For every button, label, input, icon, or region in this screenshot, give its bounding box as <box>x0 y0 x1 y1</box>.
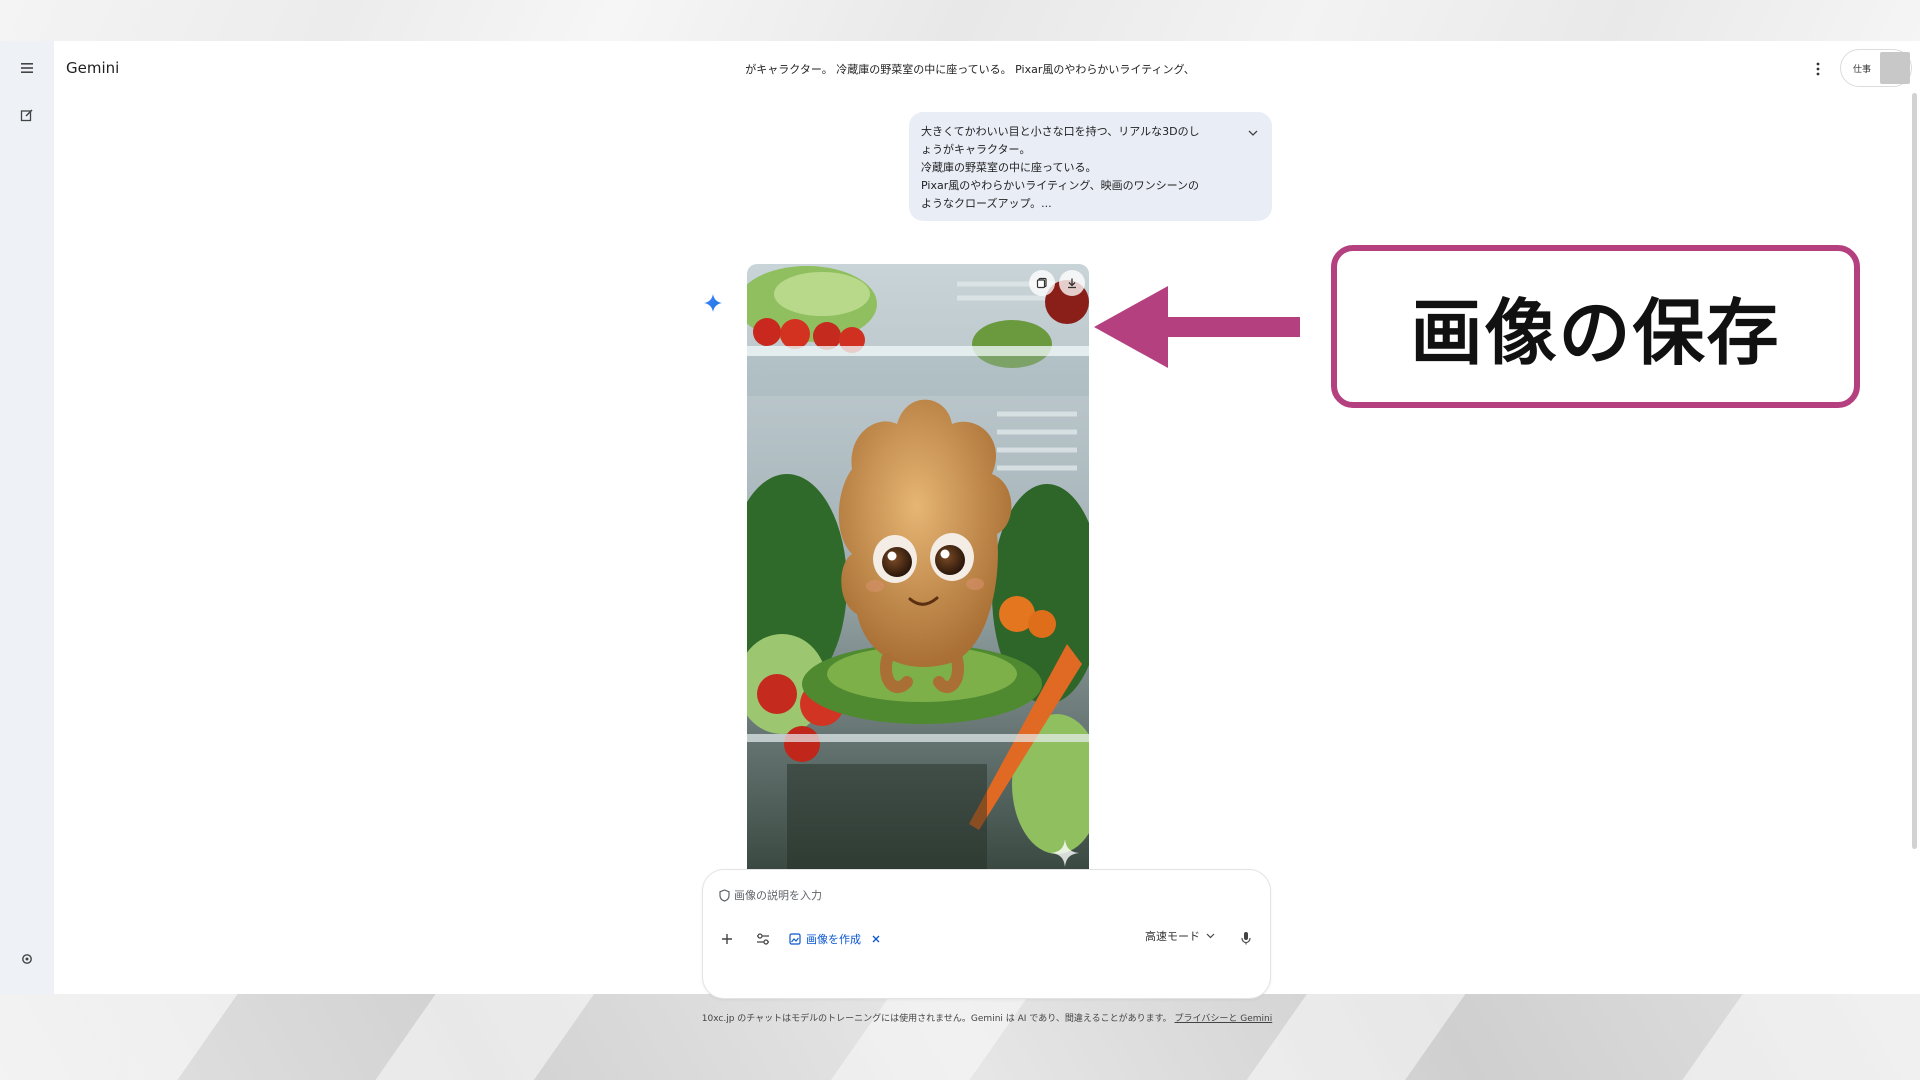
settings-icon[interactable] <box>15 947 39 971</box>
prompt-line: ようなクローズアップ。... <box>921 197 1052 210</box>
account-switcher[interactable]: 仕事 <box>1840 49 1912 87</box>
prompt-line: ょうがキャラクター。 <box>921 143 1031 156</box>
avatar <box>1880 52 1910 84</box>
prompt-placeholder: 画像の説明を入力 <box>734 889 822 902</box>
image-icon <box>789 933 801 945</box>
create-image-chip[interactable]: 画像を作成 <box>789 927 880 951</box>
chevron-down-icon <box>1206 933 1215 939</box>
footer-disclaimer: 10xc.jp のチャットはモデルのトレーニングには使用されません。Gemini… <box>540 1011 1434 1024</box>
callout-text: 画像の保存 <box>1410 291 1781 375</box>
prompt-composer: 画像の説明を入力 画像を作成 高速モード <box>702 869 1271 999</box>
chat-title: がキャラクター。 冷蔵庫の野菜室の中に座っている。 Pixar風のやわらかいライ… <box>745 63 1195 76</box>
privacy-link[interactable]: プライバシーと Gemini <box>1175 1014 1273 1024</box>
copy-image-icon[interactable] <box>1029 270 1055 296</box>
prompt-line: 大きくてかわいい目と小さな口を持つ、リアルな3Dのし <box>921 125 1200 138</box>
generated-image[interactable] <box>747 264 1089 870</box>
prompt-line: 冷蔵庫の野菜室の中に座っている。 <box>921 161 1097 174</box>
app-name[interactable]: Gemini <box>66 59 119 77</box>
chevron-down-icon[interactable] <box>1248 126 1258 139</box>
disclaimer-text: 10xc.jp のチャットはモデルのトレーニングには使用されません。Gemini… <box>701 1014 1172 1024</box>
menu-icon[interactable] <box>15 56 39 80</box>
workspace-label: 仕事 <box>1853 64 1872 75</box>
close-icon[interactable] <box>872 933 880 946</box>
gemini-app-window: Gemini がキャラクター。 冷蔵庫の野菜室の中に座っている。 Pixar風の… <box>0 41 1920 1024</box>
download-image-icon[interactable] <box>1059 270 1085 296</box>
tools-icon[interactable] <box>751 927 775 951</box>
desktop-background-bottom <box>0 994 1920 1080</box>
desktop-background-top <box>0 0 1920 41</box>
create-image-label: 画像を作成 <box>806 933 861 946</box>
mic-icon[interactable] <box>1234 926 1258 950</box>
prompt-input[interactable]: 画像の説明を入力 <box>719 887 822 903</box>
ginger-character-illustration <box>747 264 1089 870</box>
add-icon[interactable] <box>715 927 739 951</box>
side-rail <box>0 41 54 994</box>
prompt-line: Pixar風のやわらかいライティング、映画のワンシーンの <box>921 179 1200 192</box>
user-prompt-bubble: 大きくてかわいい目と小さな口を持つ、リアルな3Dのし ょうがキャラクター。 冷蔵… <box>909 112 1272 221</box>
shield-icon <box>719 888 730 902</box>
new-chat-icon[interactable] <box>15 103 39 127</box>
mode-selector[interactable]: 高速モード <box>1145 928 1215 944</box>
mode-label: 高速モード <box>1145 930 1200 943</box>
scrollbar[interactable] <box>1912 93 1917 849</box>
callout-box: 画像の保存 <box>1331 245 1860 408</box>
callout-arrow <box>1094 286 1300 368</box>
gemini-sparkle-icon <box>703 293 723 313</box>
more-options-icon[interactable] <box>1808 57 1828 81</box>
